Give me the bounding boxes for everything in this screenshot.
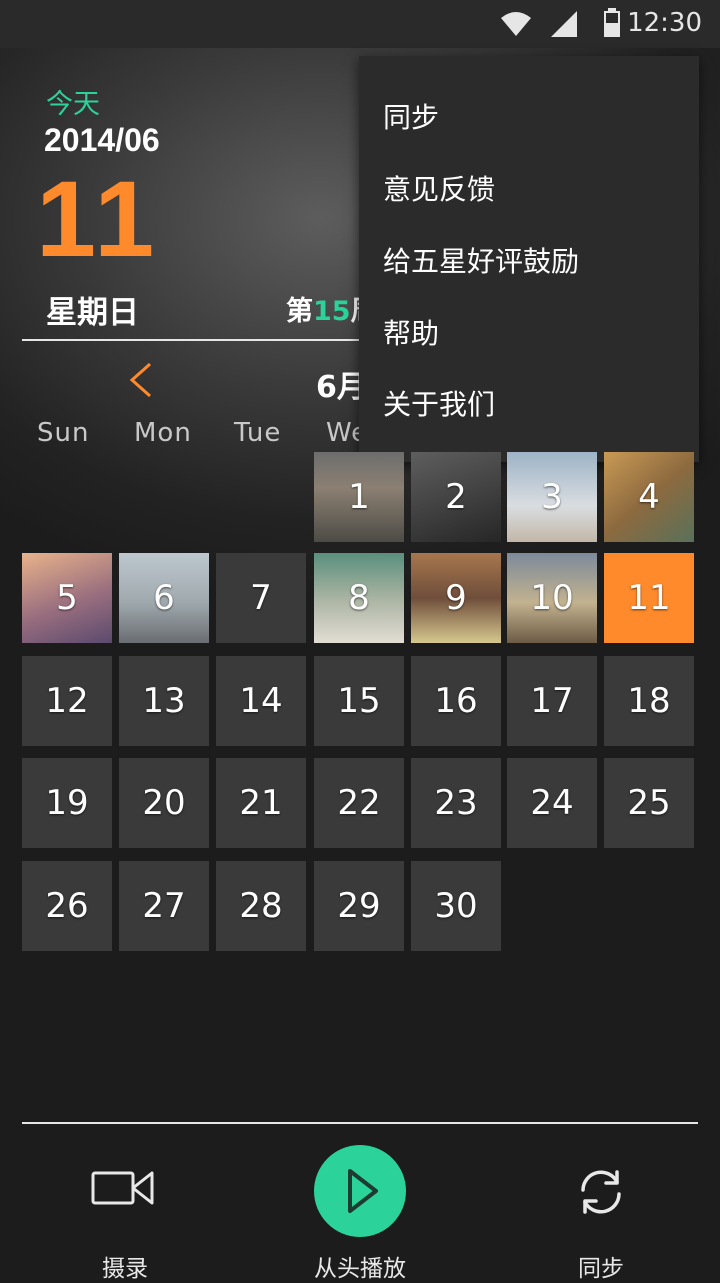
- menu-item-about-us[interactable]: 关于我们: [383, 383, 495, 423]
- day-number: 21: [239, 783, 283, 823]
- weekday-header-sun: Sun: [37, 418, 90, 448]
- menu-item-feedback[interactable]: 意见反馈: [383, 168, 495, 208]
- overflow-menu: 同步 意见反馈 给五星好评鼓励 帮助 关于我们: [359, 56, 699, 462]
- day-number: 10: [530, 578, 574, 618]
- battery-icon: [604, 8, 620, 37]
- current-day: 11: [36, 158, 159, 279]
- day-cell[interactable]: 29: [314, 861, 404, 951]
- day-number: 15: [337, 681, 381, 721]
- day-cell[interactable]: 25: [604, 758, 694, 848]
- day-cell[interactable]: 30: [411, 861, 501, 951]
- status-bar: 12:30: [0, 0, 720, 48]
- sync-icon: [581, 1170, 621, 1214]
- day-cell[interactable]: 21: [216, 758, 306, 848]
- day-number: 25: [627, 783, 671, 823]
- weekday-header-tue: Tue: [234, 418, 282, 448]
- day-cell[interactable]: 20: [119, 758, 209, 848]
- day-cell[interactable]: 26: [22, 861, 112, 951]
- year-month: 2014/06: [44, 122, 160, 158]
- day-cell[interactable]: 3: [507, 452, 597, 542]
- video-camera-icon: [91, 1171, 154, 1205]
- day-number: 27: [142, 886, 186, 926]
- day-number: 7: [250, 578, 272, 618]
- day-cell[interactable]: 15: [314, 656, 404, 746]
- day-cell[interactable]: 7: [216, 553, 306, 643]
- today-label[interactable]: 今天: [46, 82, 100, 121]
- day-number: 4: [638, 477, 660, 517]
- day-cell[interactable]: 1: [314, 452, 404, 542]
- weekday-label: 星期日: [46, 295, 139, 331]
- day-number: 29: [337, 886, 381, 926]
- day-cell[interactable]: 22: [314, 758, 404, 848]
- day-cell[interactable]: 9: [411, 553, 501, 643]
- menu-item-sync[interactable]: 同步: [383, 96, 439, 136]
- weekday-header-mon: Mon: [134, 418, 192, 448]
- day-number: 5: [56, 578, 78, 618]
- play-icon: [348, 1169, 378, 1213]
- day-number: 9: [445, 578, 467, 618]
- menu-item-help[interactable]: 帮助: [383, 312, 439, 352]
- wifi-icon: [501, 12, 531, 36]
- day-number: 11: [627, 578, 671, 618]
- day-cell[interactable]: 16: [411, 656, 501, 746]
- day-cell[interactable]: 23: [411, 758, 501, 848]
- day-number: 1: [348, 477, 370, 517]
- menu-item-rate-five-stars[interactable]: 给五星好评鼓励: [383, 240, 579, 280]
- day-number: 26: [45, 886, 89, 926]
- day-cell[interactable]: 17: [507, 656, 597, 746]
- day-number: 8: [348, 578, 370, 618]
- day-cell[interactable]: 5: [22, 553, 112, 643]
- day-number: 2: [445, 477, 467, 517]
- record-button[interactable]: [90, 1168, 160, 1216]
- day-number: 13: [142, 681, 186, 721]
- day-number: 28: [239, 886, 283, 926]
- day-cell[interactable]: 6: [119, 553, 209, 643]
- day-cell[interactable]: 13: [119, 656, 209, 746]
- prev-month-icon[interactable]: [124, 360, 160, 400]
- day-number: 18: [627, 681, 671, 721]
- day-number: 17: [530, 681, 574, 721]
- day-cell[interactable]: 10: [507, 553, 597, 643]
- day-cell[interactable]: 28: [216, 861, 306, 951]
- day-number: 20: [142, 783, 186, 823]
- signal-icon: [551, 11, 577, 37]
- day-cell[interactable]: 4: [604, 452, 694, 542]
- day-number: 30: [434, 886, 478, 926]
- day-cell[interactable]: 2: [411, 452, 501, 542]
- day-number: 12: [45, 681, 89, 721]
- week-prefix: 第: [286, 296, 313, 327]
- day-cell[interactable]: 24: [507, 758, 597, 848]
- play-from-start-label: 从头播放: [314, 1256, 406, 1282]
- week-number-value: 15: [313, 296, 351, 327]
- day-number: 23: [434, 783, 478, 823]
- day-cell[interactable]: 8: [314, 553, 404, 643]
- status-time: 12:30: [627, 8, 702, 38]
- day-cell[interactable]: 18: [604, 656, 694, 746]
- day-cell-today[interactable]: 11: [604, 553, 694, 643]
- sync-button[interactable]: [575, 1166, 627, 1218]
- bottom-divider: [22, 1122, 698, 1124]
- day-number: 16: [434, 681, 478, 721]
- day-cell[interactable]: 27: [119, 861, 209, 951]
- play-from-start-button[interactable]: [314, 1145, 406, 1237]
- sync-label: 同步: [578, 1256, 624, 1282]
- day-cell[interactable]: 12: [22, 656, 112, 746]
- day-cell[interactable]: 14: [216, 656, 306, 746]
- record-label: 摄录: [102, 1256, 148, 1282]
- day-number: 19: [45, 783, 89, 823]
- day-number: 14: [239, 681, 283, 721]
- day-number: 6: [153, 578, 175, 618]
- day-number: 24: [530, 783, 574, 823]
- day-number: 22: [337, 783, 381, 823]
- day-cell[interactable]: 19: [22, 758, 112, 848]
- day-number: 3: [541, 477, 563, 517]
